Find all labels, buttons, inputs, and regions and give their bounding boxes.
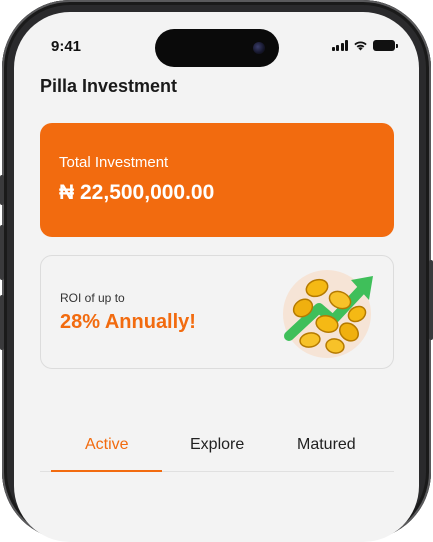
side-button-left <box>0 175 4 205</box>
total-investment-card[interactable]: Total Investment ₦ 22,500,000.00 <box>40 123 394 237</box>
tab-active[interactable]: Active <box>85 436 129 454</box>
status-icons <box>331 40 398 51</box>
investment-tabs: Active Explore Matured <box>40 432 394 472</box>
total-investment-amount: ₦ 22,500,000.00 <box>59 181 215 204</box>
tab-explore[interactable]: Explore <box>190 436 244 454</box>
total-investment-label: Total Investment <box>59 154 169 171</box>
roi-label: ROI of up to <box>60 291 125 305</box>
side-button-left-3 <box>0 295 4 350</box>
signal-icon <box>331 40 348 51</box>
side-button-right <box>429 260 433 340</box>
dynamic-island <box>155 29 279 67</box>
battery-icon <box>373 40 398 51</box>
camera-icon <box>253 42 265 54</box>
status-bar: 9:41 <box>14 12 419 72</box>
wifi-icon <box>354 41 367 51</box>
coins-growth-icon <box>283 270 373 358</box>
app-screen: 9:41 Pilla Investment Total Investment ₦… <box>14 12 419 542</box>
side-button-left-2 <box>0 225 4 280</box>
tab-matured[interactable]: Matured <box>297 436 356 454</box>
page-title: Pilla Investment <box>40 76 178 96</box>
roi-card[interactable]: ROI of up to 28% Annually! <box>40 255 394 369</box>
status-time: 9:41 <box>51 38 82 55</box>
active-tab-indicator <box>51 470 162 472</box>
roi-value: 28% Annually! <box>60 311 196 333</box>
